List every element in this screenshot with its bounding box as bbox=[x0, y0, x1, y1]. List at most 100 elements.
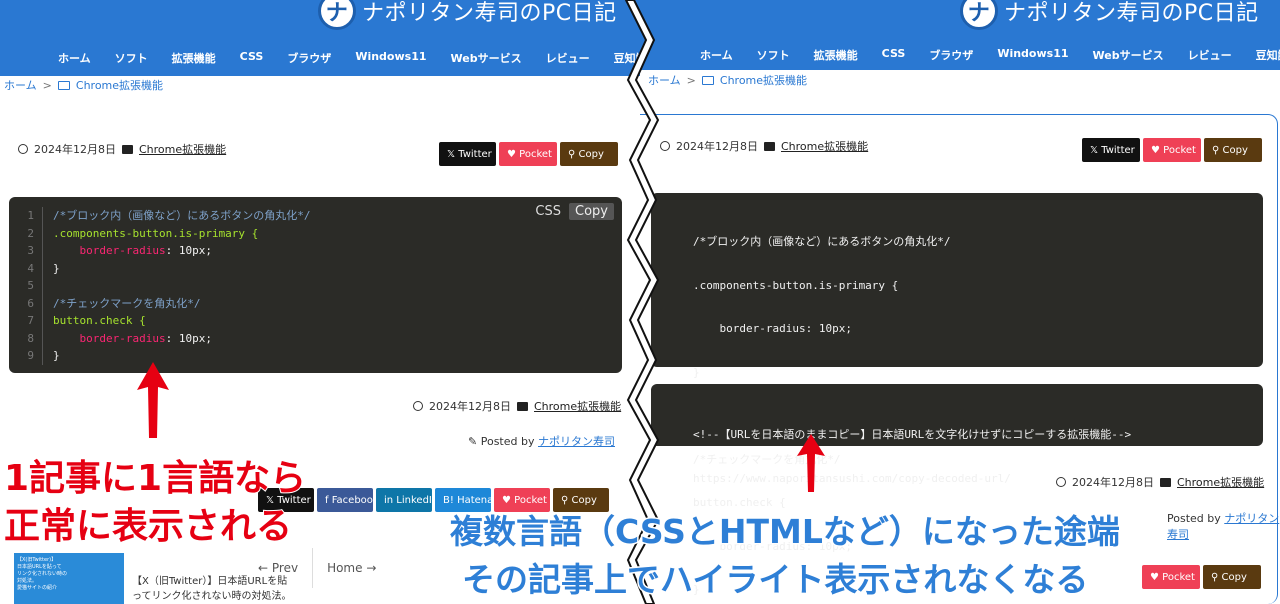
code-body: /*ブロック内（画像など）にあるボタンの角丸化*/ .components-bu… bbox=[53, 207, 311, 365]
facebook-share-button[interactable]: f Facebook bbox=[317, 488, 379, 512]
pocket-share-button[interactable]: ♥ Pocket bbox=[1142, 565, 1200, 589]
nav-software[interactable]: ソフト bbox=[745, 47, 802, 63]
linkedin-share-button[interactable]: in LinkedIn bbox=[376, 488, 438, 512]
nav-css[interactable]: CSS bbox=[228, 50, 276, 66]
copy-label: Copy bbox=[571, 494, 597, 506]
link-icon: ⚲ bbox=[1211, 571, 1222, 583]
breadcrumb-category[interactable]: Chrome拡張機能 bbox=[76, 77, 163, 93]
arrow-right-icon: → bbox=[362, 561, 377, 575]
pocket-label: Pocket bbox=[1162, 571, 1195, 583]
overlay-caption-right-2: その記事上でハイライト表示されなくなる bbox=[460, 559, 1089, 601]
copy-label: Copy bbox=[1221, 571, 1247, 583]
code-line: /*ブロック内（画像など）にあるボタンの角丸化*/ bbox=[53, 209, 311, 222]
logo-icon: ナ bbox=[318, 0, 356, 30]
nav-review[interactable]: レビュー bbox=[1176, 47, 1244, 63]
twitter-label: Twitter bbox=[458, 148, 492, 160]
thumb-line: リンク化されない時の bbox=[17, 571, 68, 577]
pocket-label: Pocket bbox=[519, 148, 552, 160]
link-icon: ⚲ bbox=[561, 494, 572, 506]
breadcrumb-sep: > bbox=[42, 78, 52, 92]
breadcrumb-home[interactable]: ホーム bbox=[4, 77, 37, 93]
nav-review[interactable]: レビュー bbox=[534, 50, 602, 66]
pocket-share-button[interactable]: ♥ Pocket bbox=[1143, 138, 1201, 162]
nav-extensions[interactable]: 拡張機能 bbox=[160, 50, 228, 66]
code-lang-label: CSS bbox=[535, 204, 562, 219]
post-meta-bottom: 2024年12月8日 Chrome拡張機能 bbox=[1056, 474, 1264, 490]
post-category[interactable]: Chrome拡張機能 bbox=[534, 398, 621, 414]
code-block-css: CSS Copy 1 2 3 4 5 6 7 8 9 /*ブロック内（画像など）… bbox=[9, 197, 622, 373]
site-header: ナ ナポリタン寿司のPC日記 ホーム ソフト 拡張機能 CSS ブラウザ Win… bbox=[640, 0, 1280, 70]
line-number: 3 bbox=[27, 244, 34, 257]
arrow-up-icon bbox=[797, 434, 825, 492]
arrow-up-icon bbox=[137, 362, 169, 438]
nav-home[interactable]: ホーム bbox=[688, 47, 745, 63]
nav-browser[interactable]: ブラウザ bbox=[917, 47, 985, 63]
prev-link[interactable]: ← Prev bbox=[258, 561, 298, 575]
nav-software[interactable]: ソフト bbox=[103, 50, 160, 66]
nav-browser[interactable]: ブラウザ bbox=[275, 50, 343, 66]
post-category[interactable]: Chrome拡張機能 bbox=[1177, 474, 1264, 490]
nav-windows11[interactable]: Windows11 bbox=[985, 47, 1080, 63]
share-buttons-bottom: ♥ Pocket ⚲ Copy bbox=[1142, 565, 1261, 589]
nav-windows11[interactable]: Windows11 bbox=[343, 50, 438, 66]
line-number: 4 bbox=[27, 261, 34, 275]
share-buttons-top: 𝕏 Twitter ♥ Pocket ⚲ Copy bbox=[439, 142, 618, 166]
pocket-label: Pocket bbox=[514, 494, 547, 506]
related-thumbnail[interactable]: 【X(旧Twitter)】 日本語URLを貼って リンク化されない時の 対処法。… bbox=[14, 553, 124, 604]
main-nav: ホーム ソフト 拡張機能 CSS ブラウザ Windows11 Webサービス … bbox=[688, 47, 1280, 63]
breadcrumb-category[interactable]: Chrome拡張機能 bbox=[720, 72, 807, 88]
folder-icon bbox=[764, 141, 775, 151]
breadcrumb: ホーム > Chrome拡張機能 bbox=[648, 72, 807, 88]
code-body: <!--【URLを日本語のままコピー】日本語URLを文字化けせずにコピーする拡張… bbox=[693, 400, 1131, 513]
site-logo[interactable]: ナ ナポリタン寿司のPC日記 bbox=[960, 0, 1259, 30]
code-copy-button[interactable]: Copy bbox=[569, 203, 614, 220]
code-line: .components-button.is-primary { bbox=[693, 278, 899, 292]
post-category[interactable]: Chrome拡張機能 bbox=[781, 138, 868, 154]
author-link[interactable]: ナポリタン寿司 bbox=[538, 435, 615, 448]
nav-trivia[interactable]: 豆知識系 bbox=[1244, 47, 1280, 63]
nav-webservice[interactable]: Webサービス bbox=[439, 50, 534, 66]
nav-extensions[interactable]: 拡張機能 bbox=[802, 47, 870, 63]
site-logo[interactable]: ナ ナポリタン寿司のPC日記 bbox=[318, 0, 617, 30]
code-line: } bbox=[693, 365, 700, 379]
copy-link-button[interactable]: ⚲ Copy bbox=[1203, 565, 1261, 589]
pen-icon: ✎ bbox=[468, 435, 481, 448]
code-toolbar: CSS Copy bbox=[535, 203, 614, 220]
code-val: : 10px; bbox=[165, 244, 212, 257]
overlay-caption-left-2: 正常に表示される bbox=[3, 505, 293, 548]
home-link[interactable]: Home → bbox=[327, 561, 376, 575]
folder-icon bbox=[701, 75, 714, 85]
thumb-line: 【X(旧Twitter)】 bbox=[17, 557, 57, 563]
pocket-share-button[interactable]: ♥ Pocket bbox=[499, 142, 557, 166]
breadcrumb: ホーム > Chrome拡張機能 bbox=[4, 77, 163, 93]
prev-label: Prev bbox=[271, 561, 299, 575]
copy-link-button[interactable]: ⚲ Copy bbox=[1204, 138, 1262, 162]
related-post-title[interactable]: 【X（旧Twitter）】日本語URLを貼 ってリンク化されない時の対処法。 bbox=[132, 574, 292, 604]
nav-divider bbox=[312, 548, 314, 588]
nav-css[interactable]: CSS bbox=[870, 47, 918, 63]
related-text-line: ってリンク化されない時の対処法。 bbox=[132, 591, 292, 602]
code-block-css-unhighlighted: /*ブロック内（画像など）にあるボタンの角丸化*/ .components-bu… bbox=[651, 193, 1263, 596]
site-title: ナポリタン寿司のPC日記 bbox=[1004, 1, 1259, 26]
posted-by: Posted by ナポリタン寿司 bbox=[1167, 510, 1280, 542]
line-number: 8 bbox=[27, 331, 34, 345]
nav-home[interactable]: ホーム bbox=[46, 50, 103, 66]
thumb-line: 日本語URLを貼って bbox=[17, 564, 62, 570]
related-text-line: 【X（旧Twitter）】日本語URLを貼 bbox=[132, 576, 288, 587]
copy-link-button[interactable]: ⚲ Copy bbox=[560, 142, 618, 166]
code-prop: border-radius bbox=[53, 331, 166, 345]
copy-label: Copy bbox=[1222, 144, 1248, 156]
nav-webservice[interactable]: Webサービス bbox=[1081, 47, 1176, 63]
posted-by: ✎ Posted by ナポリタン寿司 bbox=[468, 433, 615, 449]
twitter-share-button[interactable]: 𝕏 Twitter bbox=[439, 142, 496, 166]
clock-icon bbox=[413, 401, 423, 411]
post-category[interactable]: Chrome拡張機能 bbox=[139, 141, 226, 157]
line-number: 6 bbox=[27, 296, 34, 310]
posted-prefix: Posted by bbox=[480, 435, 535, 448]
line-number: 1 bbox=[27, 209, 34, 222]
post-date: 2024年12月8日 bbox=[676, 140, 758, 153]
thumb-line: 愛猫サイトの紹介 bbox=[17, 585, 58, 591]
clock-icon bbox=[18, 144, 28, 154]
twitter-share-button[interactable]: 𝕏 Twitter bbox=[1082, 138, 1140, 162]
x-icon: 𝕏 bbox=[1090, 144, 1102, 156]
